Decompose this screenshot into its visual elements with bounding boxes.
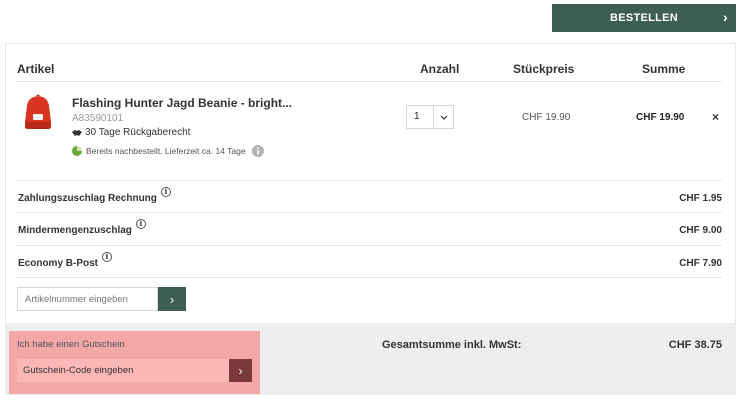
unit-price: CHF 19.90 — [522, 112, 571, 123]
info-icon[interactable]: i — [102, 252, 113, 262]
header-quantity: Anzahl — [420, 62, 460, 76]
chevron-right-icon: › — [238, 363, 243, 378]
fee-amount-payment: CHF 1.95 — [679, 193, 722, 204]
fee-label-shipping: Economy B-Post i — [18, 252, 113, 269]
add-article-button[interactable]: › — [158, 287, 186, 311]
quantity-select[interactable]: 1 — [406, 105, 454, 129]
quantity-value: 1 — [414, 111, 420, 122]
divider — [16, 277, 722, 278]
stock-status-label: Bereits nachbestellt. Lieferzeit ca. 14 … — [86, 146, 246, 156]
product-name[interactable]: Flashing Hunter Jagd Beanie - bright... — [72, 96, 292, 110]
header-total: Summe — [642, 62, 686, 76]
product-image[interactable] — [20, 94, 56, 134]
fee-label-text: Economy B-Post — [18, 258, 99, 269]
voucher-label[interactable]: Ich habe einen Gutschein — [17, 339, 125, 350]
article-number-input[interactable] — [17, 287, 158, 311]
info-icon[interactable]: i — [160, 187, 171, 197]
header-unit-price: Stückpreis — [513, 62, 575, 76]
divider — [16, 180, 722, 181]
chevron-down-icon — [433, 106, 453, 128]
handshake-icon — [72, 129, 82, 136]
divider — [16, 212, 722, 213]
chevron-right-icon: › — [723, 9, 728, 25]
grand-total-value: CHF 38.75 — [668, 339, 722, 351]
stock-pie-icon — [72, 146, 82, 156]
fee-label-payment: Zahlungszuschlag Rechnung i — [18, 187, 171, 204]
info-icon[interactable]: i — [135, 219, 146, 229]
order-button-label: BESTELLEN — [609, 12, 679, 24]
return-policy-label: 30 Tage Rückgaberecht — [85, 127, 191, 138]
return-policy: 30 Tage Rückgaberecht — [72, 127, 190, 138]
divider — [16, 81, 722, 82]
apply-voucher-button[interactable]: › — [229, 359, 252, 382]
info-icon[interactable] — [251, 145, 264, 157]
divider — [16, 245, 722, 246]
stock-status: Bereits nachbestellt. Lieferzeit ca. 14 … — [72, 145, 264, 157]
header-article: Artikel — [17, 62, 55, 76]
fee-label-text: Zahlungszuschlag Rechnung — [18, 193, 157, 204]
order-button[interactable]: BESTELLEN › — [552, 4, 736, 32]
line-total: CHF 19.90 — [636, 112, 685, 123]
remove-item-icon[interactable]: × — [712, 110, 719, 124]
chevron-right-icon: › — [169, 291, 175, 307]
grand-total-label: Gesamtsumme inkl. MwSt: — [382, 339, 522, 351]
fee-amount-shipping: CHF 7.90 — [679, 258, 722, 269]
fee-amount-min-quantity: CHF 9.00 — [679, 225, 722, 236]
voucher-code-input[interactable]: Gutschein-Code eingeben — [17, 359, 229, 382]
product-sku: A83590101 — [72, 113, 124, 124]
fee-label-min-quantity: Mindermengenzuschlag i — [18, 219, 146, 236]
fee-label-text: Mindermengenzuschlag — [18, 225, 132, 236]
